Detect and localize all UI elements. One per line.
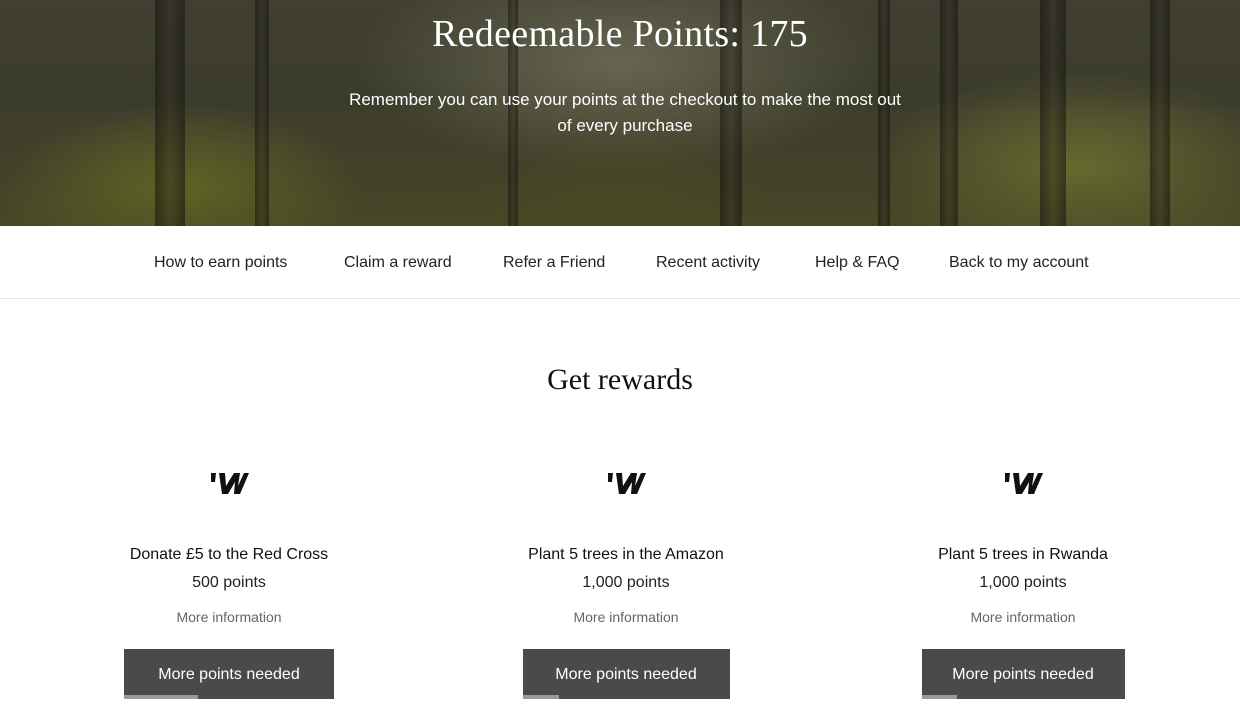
reward-points-cost: 1,000 points: [979, 574, 1067, 591]
more-points-needed-button[interactable]: More points needed: [921, 649, 1125, 699]
hero-banner: Redeemable Points: 175 Remember you can …: [0, 0, 1240, 226]
nav-refer-a-friend[interactable]: Refer a Friend: [503, 226, 605, 298]
nav-how-to-earn-points[interactable]: How to earn points: [154, 226, 287, 298]
more-information-link[interactable]: More information: [79, 609, 379, 625]
button-label: More points needed: [555, 666, 697, 683]
more-information-link[interactable]: More information: [476, 609, 776, 625]
brand-w-logo-icon: [873, 455, 1173, 511]
brand-w-logo-icon: [476, 455, 776, 511]
reward-name: Plant 5 trees in the Amazon: [528, 546, 724, 563]
points-hint-text: Remember you can use your points at the …: [349, 90, 901, 135]
rewards-nav: How to earn points Claim a reward Refer …: [0, 226, 1240, 299]
nav-claim-a-reward[interactable]: Claim a reward: [344, 226, 452, 298]
more-points-needed-button[interactable]: More points needed: [522, 649, 730, 699]
button-label: More points needed: [158, 666, 300, 683]
reward-name: Donate £5 to the Red Cross: [129, 546, 329, 563]
points-progress-bar: [124, 695, 198, 699]
points-balance-title: Redeemable Points: 175: [432, 13, 808, 55]
nav-recent-activity[interactable]: Recent activity: [656, 226, 760, 298]
more-points-needed-button[interactable]: More points needed: [124, 649, 334, 699]
reward-points-cost: 500 points: [192, 574, 266, 591]
brand-w-logo-icon: [79, 455, 379, 511]
reward-card: Plant 5 trees in the Amazon 1,000 points…: [476, 455, 776, 699]
nav-back-to-account[interactable]: Back to my account: [949, 226, 1089, 298]
reward-name: Plant 5 trees in Rwanda: [938, 546, 1108, 563]
reward-points-cost: 1,000 points: [582, 574, 670, 591]
nav-help-faq[interactable]: Help & FAQ: [815, 226, 899, 298]
more-information-link[interactable]: More information: [873, 609, 1173, 625]
points-progress-bar: [921, 695, 958, 699]
get-rewards-heading: Get rewards: [547, 363, 693, 396]
button-label: More points needed: [952, 666, 1094, 683]
reward-card: Donate £5 to the Red Cross 500 points Mo…: [79, 455, 379, 699]
points-progress-bar: [522, 695, 559, 699]
reward-card: Plant 5 trees in Rwanda 1,000 points Mor…: [873, 455, 1173, 699]
